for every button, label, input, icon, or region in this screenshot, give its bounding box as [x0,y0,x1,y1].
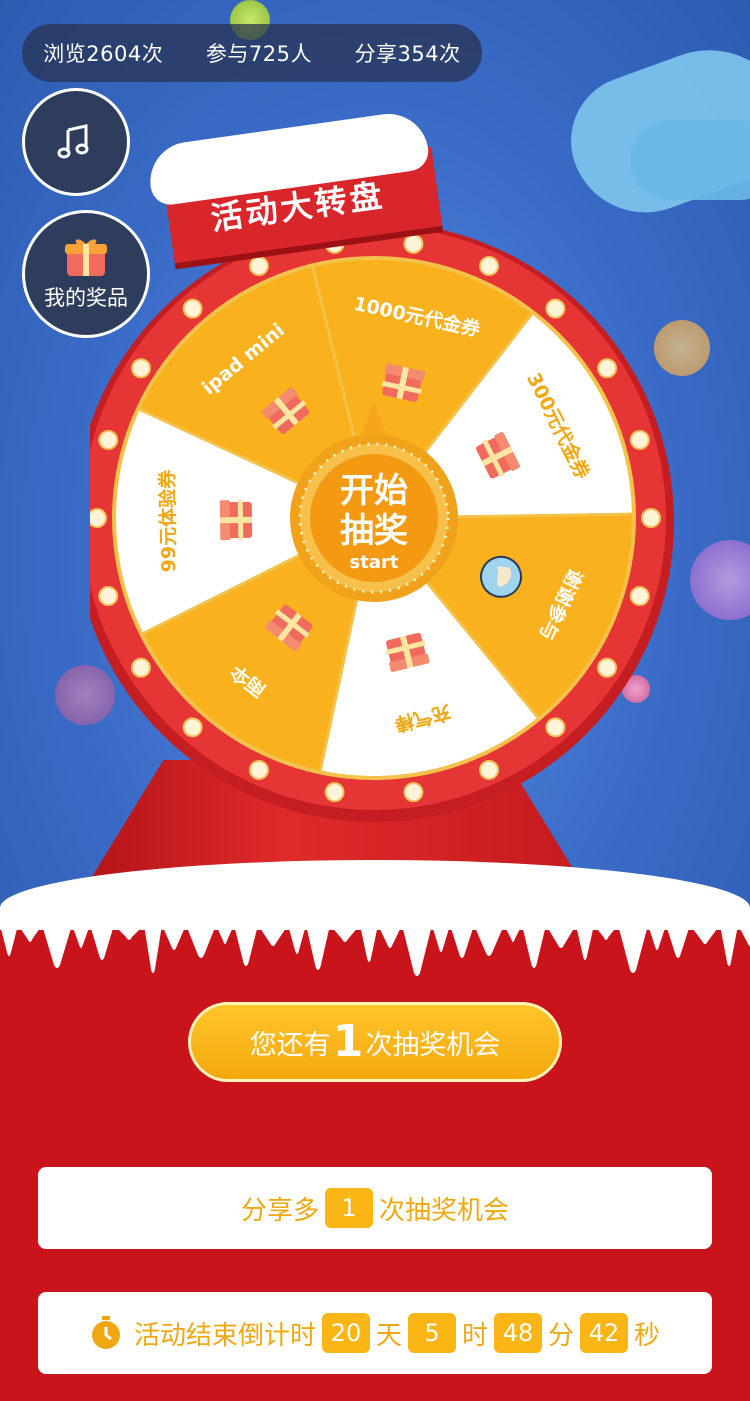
rim-bulb [597,358,618,379]
days-unit: 天 [375,1320,402,1351]
prize-wheel[interactable]: 1000元代金券300元代金券谢谢参与充气棒雨伞99元体验券ipad mini … [90,212,690,832]
wheel-prize-label: 99元体验券 [156,469,181,573]
rim-bulb [248,759,269,780]
share-suffix: 次抽奖机会 [379,1195,510,1226]
rim-bulb [98,429,119,450]
start-line-1: 开始 [340,471,408,511]
my-prizes-label: 我的奖品 [44,286,128,310]
hours-unit: 时 [461,1320,488,1351]
shares-count: 分享354次 [354,42,461,66]
countdown-label: 活动结束倒计时 [133,1320,316,1351]
countdown-minutes: 48 [494,1313,542,1353]
rim-bulb [90,508,107,528]
start-line-2: 抽奖 [340,511,408,551]
draw-chances-button[interactable]: 您还有 1 次抽奖机会 [188,1002,562,1082]
rim-bulb [182,298,203,319]
rim-bulb [403,782,424,803]
countdown-seconds: 42 [580,1313,629,1353]
share-count-badge: 1 [325,1188,373,1228]
start-line-3: start [350,552,399,573]
share-bonus-card[interactable]: 分享多 1 次抽奖机会 [38,1167,712,1249]
countdown-days: 20 [321,1313,370,1353]
rim-bulb [629,429,650,450]
rim-bulb [324,782,345,803]
rim-bulb [403,233,424,254]
rim-bulb [629,586,650,607]
gift-icon [219,499,253,541]
rim-bulb [479,759,500,780]
countdown-hours: 5 [407,1313,456,1353]
decor-cloud [630,120,750,200]
rim-bulb [597,657,618,678]
icicles-decor [0,925,750,976]
gift-icon [65,239,107,276]
stopwatch-icon [91,1316,120,1349]
rim-bulb [98,586,119,607]
seconds-unit: 秒 [634,1320,661,1351]
music-icon [57,124,89,159]
stats-bar: 浏览2604次 参与725人 分享354次 [22,24,482,82]
rim-bulb [545,717,566,738]
rim-bulb [130,657,151,678]
rim-bulb [130,358,151,379]
rim-bulb [479,256,500,277]
rim-bulb [641,508,661,528]
chance-prefix: 您还有 [249,1029,331,1061]
rim-bulb [248,256,269,277]
views-count: 浏览2604次 [43,42,164,66]
chance-count: 1 [332,1016,364,1067]
share-prefix: 分享多 [240,1195,319,1226]
decor-ball [690,540,750,620]
music-button[interactable] [22,88,130,196]
rim-bulb [182,717,203,738]
participants-count: 参与725人 [205,42,312,66]
rim-bulb [545,298,566,319]
chance-suffix: 次抽奖机会 [365,1029,501,1061]
top-stage: 1000元代金券 300元代金券 谢谢参与 充气棒 雨伞 99元体验券 ipad mini … [0,0,750,930]
countdown-card: 活动结束倒计时 20 天 5 时 48 分 42 秒 [38,1292,712,1374]
minutes-unit: 分 [548,1320,575,1351]
icicle-edge [0,925,750,976]
my-prizes-button[interactable]: 我的奖品 [22,210,150,338]
